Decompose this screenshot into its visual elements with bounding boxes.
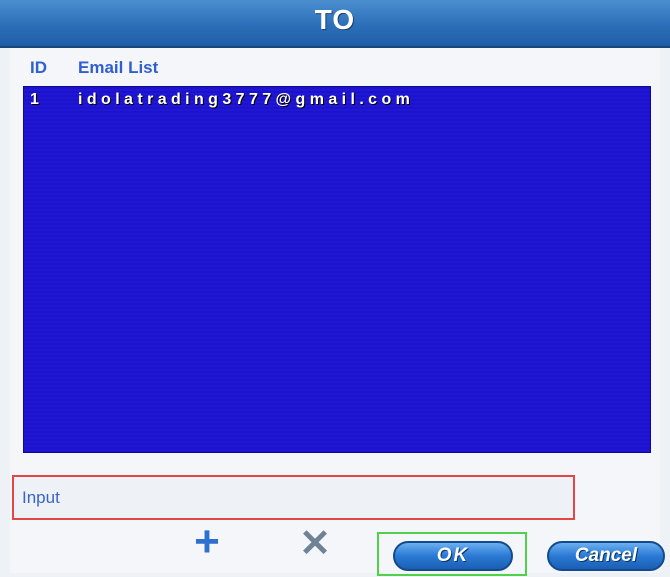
dialog-title: TO [314,4,356,35]
email-input-field[interactable] [74,483,558,513]
column-header-email-list: Email List [78,58,159,77]
list-item-email: idolatrading3777@gmail.com [78,91,415,108]
list-item[interactable]: 1 idolatrading3777@gmail.com [24,91,650,111]
input-label: Input [22,488,60,507]
delete-icon[interactable]: ✕ [298,525,332,563]
list-item-id: 1 [30,91,39,108]
column-header-id: ID [30,58,47,77]
email-to-dialog: TO ID Email List 1 idolatrading3777@gmai… [0,0,670,577]
input-row: Input [12,475,575,520]
title-bar: TO [0,0,670,48]
add-icon[interactable]: + [190,520,224,564]
email-list[interactable]: 1 idolatrading3777@gmail.com [23,86,651,453]
ok-button[interactable]: OK [393,541,513,571]
cancel-button[interactable]: Cancel [547,541,665,571]
